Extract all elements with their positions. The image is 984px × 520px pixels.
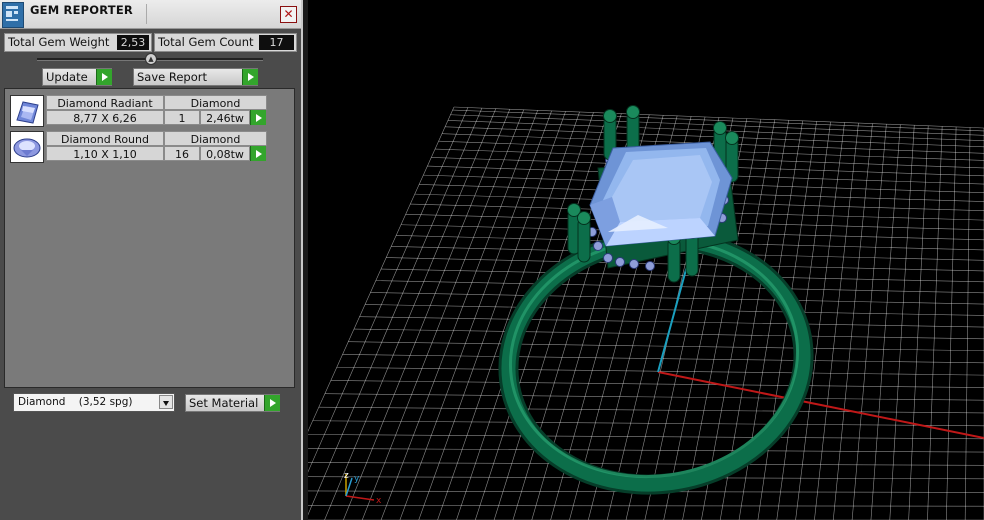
scene-canvas[interactable]: z y x bbox=[308, 0, 984, 520]
close-icon[interactable]: ✕ bbox=[280, 6, 297, 23]
radiant-gem-icon bbox=[10, 95, 44, 127]
radiant-main-gem bbox=[589, 141, 733, 247]
play-icon bbox=[96, 69, 112, 85]
ring-band bbox=[498, 229, 814, 495]
gem-material: Diamond bbox=[164, 95, 267, 110]
panel-slider-handle[interactable]: ▲ bbox=[145, 53, 157, 65]
x-axis-label: x bbox=[376, 496, 382, 506]
gem-weight: 0,08tw bbox=[200, 146, 250, 161]
total-gem-weight-label: Total Gem Weight bbox=[8, 35, 110, 49]
title-bar-spacer bbox=[146, 4, 277, 24]
gem-count: 16 bbox=[164, 146, 200, 161]
y-axis-label: y bbox=[354, 474, 360, 484]
total-gem-count-value: 17 bbox=[259, 35, 294, 50]
round-gem-icon bbox=[10, 131, 44, 163]
total-gem-count: Total Gem Count 17 bbox=[154, 33, 297, 52]
update-button-label: Update bbox=[46, 70, 88, 84]
gem-list: Diamond Radiant Diamond 8,77 X 6,26 1 2,… bbox=[4, 88, 295, 388]
total-gem-count-label: Total Gem Count bbox=[158, 35, 254, 49]
z-axis-label: z bbox=[344, 471, 349, 481]
x-axis-line bbox=[657, 371, 984, 439]
select-gem-button[interactable] bbox=[250, 110, 266, 125]
gem-count: 1 bbox=[164, 110, 200, 125]
set-material-button-label: Set Material bbox=[189, 396, 259, 410]
title-bar: GEM REPORTER ✕ bbox=[0, 0, 301, 29]
set-material-button[interactable]: Set Material bbox=[185, 394, 280, 412]
save-report-button[interactable]: Save Report bbox=[133, 68, 258, 86]
gem-row[interactable]: Diamond Radiant Diamond 8,77 X 6,26 1 2,… bbox=[10, 95, 268, 127]
chevron-down-icon[interactable] bbox=[159, 395, 173, 409]
gem-material: Diamond bbox=[164, 131, 267, 146]
gem-size: 8,77 X 6,26 bbox=[46, 110, 164, 125]
gem-size: 1,10 X 1,10 bbox=[46, 146, 164, 161]
select-gem-button[interactable] bbox=[250, 146, 266, 161]
gem-weight: 2,46tw bbox=[200, 110, 250, 125]
gem-reporter-app-icon bbox=[2, 2, 24, 28]
gem-reporter-panel: GEM REPORTER ✕ Total Gem Weight 2,53 Tot… bbox=[0, 0, 303, 520]
3d-viewport[interactable]: z y x bbox=[308, 0, 984, 520]
save-report-button-label: Save Report bbox=[137, 70, 208, 84]
gem-row[interactable]: Diamond Round Diamond 1,10 X 1,10 16 0,0… bbox=[10, 131, 268, 163]
gem-name: Diamond Radiant bbox=[46, 95, 164, 110]
material-select[interactable]: Diamond (3,52 spg) bbox=[13, 393, 175, 412]
gem-name: Diamond Round bbox=[46, 131, 164, 146]
update-button[interactable]: Update bbox=[42, 68, 112, 86]
total-gem-weight-value: 2,53 bbox=[117, 35, 149, 50]
material-select-value: Diamond (3,52 spg) bbox=[18, 396, 133, 408]
play-icon bbox=[264, 395, 280, 411]
window-title: GEM REPORTER bbox=[30, 3, 133, 17]
total-gem-weight: Total Gem Weight 2,53 bbox=[4, 33, 152, 52]
axis-gizmo: z y x bbox=[344, 471, 382, 506]
play-icon bbox=[242, 69, 258, 85]
